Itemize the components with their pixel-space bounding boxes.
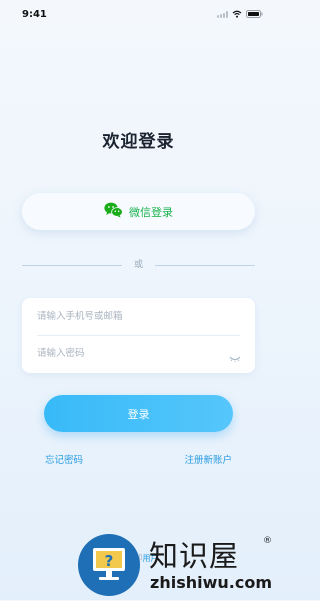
status-time: 9:41 [22, 9, 47, 20]
page-title: 欢迎登录 [102, 132, 175, 152]
divider-line-right [155, 265, 255, 266]
account-field [37, 298, 240, 336]
password-input[interactable] [37, 335, 240, 372]
wechat-icon [104, 202, 123, 222]
account-input[interactable] [37, 298, 240, 335]
battery-icon [246, 10, 263, 18]
login-button[interactable]: 登录 [44, 395, 233, 432]
password-field [37, 335, 240, 372]
status-bar: 9:41 [0, 0, 277, 30]
wechat-login-button[interactable]: 微信登录 [22, 193, 255, 230]
status-icons [217, 10, 263, 18]
svg-text:?: ? [105, 552, 114, 570]
forgot-password-link[interactable]: 忘记密码 [45, 452, 83, 466]
signal-icon [217, 10, 228, 18]
watermark-logo: ? [78, 533, 140, 597]
watermark-registered-mark: ® [263, 536, 272, 546]
watermark-url: zhishiwu.com [150, 573, 272, 592]
or-divider: 或 [22, 259, 255, 271]
wechat-login-label: 微信登录 [129, 205, 173, 219]
watermark-brand: 知识屋 [149, 539, 240, 573]
register-link[interactable]: 注册新账户 [184, 452, 232, 466]
eye-closed-icon[interactable] [229, 348, 241, 362]
wifi-icon [232, 10, 242, 18]
login-form [22, 298, 255, 373]
